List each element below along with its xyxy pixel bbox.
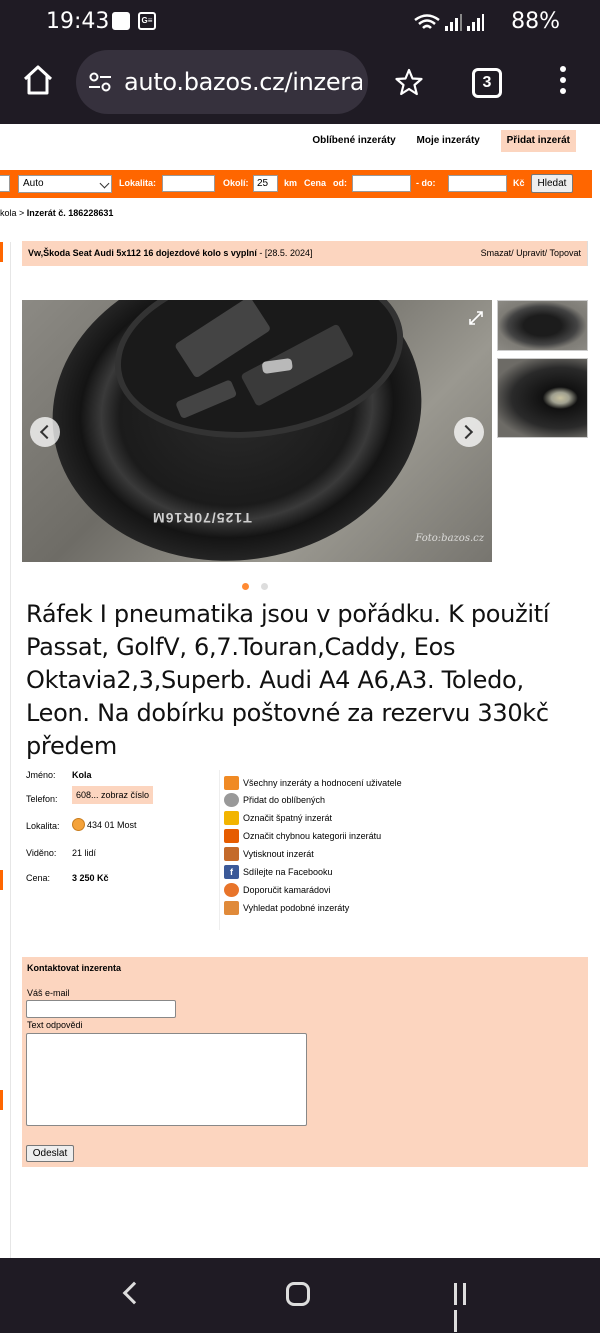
tire-sidewall-text: T125/70R16M	[152, 510, 252, 526]
ad-header: Vw,Škoda Seat Audi 5x112 16 dojezdové ko…	[22, 241, 588, 266]
translate-icon: G≡	[138, 12, 156, 30]
warning-icon	[224, 811, 239, 825]
facebook-icon: f	[224, 865, 239, 879]
price-from-input[interactable]	[352, 175, 411, 192]
url-text: auto.bazos.cz/inzera	[124, 68, 362, 96]
photo-pagination	[242, 577, 280, 595]
fullscreen-icon[interactable]	[468, 310, 484, 326]
ad-description: Ráfek I pneumatika jsou v pořádku. K pou…	[26, 600, 550, 760]
recommend-icon	[224, 883, 239, 897]
sidebar-tab	[0, 870, 3, 890]
contact-form: Kontaktovat inzerenta Váš e-mail Text od…	[22, 957, 588, 1167]
phone-label: Telefon:	[26, 794, 58, 804]
web-page: Oblíbené inzeráty Moje inzeráty Přidat i…	[0, 124, 600, 1258]
bookmark-star-icon[interactable]	[395, 68, 423, 96]
name-label: Jméno:	[26, 770, 56, 780]
similar-icon	[224, 901, 239, 915]
chevron-down-icon	[99, 178, 110, 189]
prev-photo-button[interactable]	[30, 417, 60, 447]
signal-2-icon	[467, 14, 484, 31]
seller-name: Kola	[72, 770, 92, 780]
photo-thumbnail[interactable]	[497, 358, 588, 438]
locality-label: Lokalita:	[119, 178, 157, 188]
locality-input[interactable]	[162, 175, 215, 192]
search-button[interactable]: Hledat	[531, 174, 573, 193]
address-bar[interactable]: auto.bazos.cz/inzera	[76, 50, 368, 114]
divider	[219, 770, 220, 930]
views-label: Viděno:	[26, 848, 57, 858]
signal-icon	[445, 14, 462, 31]
currency-label: Kč	[513, 178, 525, 188]
breadcrumb-current: Inzerát č. 186228631	[26, 208, 114, 218]
price-from-label: od:	[333, 178, 347, 188]
radius-label: Okolí:	[223, 178, 249, 188]
price-to-input[interactable]	[448, 175, 507, 192]
ad-title: Vw,Škoda Seat Audi 5x112 16 dojezdové ko…	[28, 248, 257, 258]
breadcrumb: kola > Inzerát č. 186228631	[0, 208, 113, 218]
sidebar-tab	[0, 1090, 3, 1110]
contact-heading: Kontaktovat inzerenta	[27, 963, 122, 973]
reply-textarea[interactable]	[26, 1033, 307, 1126]
my-ads-link[interactable]: Moje inzeráty	[417, 130, 480, 152]
home-nav-icon[interactable]	[286, 1282, 310, 1306]
km-label: km	[284, 178, 298, 188]
email-field[interactable]	[26, 1000, 176, 1018]
favorites-link[interactable]: Oblíbené inzeráty	[312, 130, 395, 152]
wifi-icon	[414, 14, 440, 29]
radius-input[interactable]: 25	[253, 175, 278, 192]
gallery-icon	[112, 12, 130, 30]
locality-value[interactable]: 434 01 Most	[87, 820, 137, 830]
site-settings-icon[interactable]	[88, 72, 112, 92]
printer-icon	[224, 847, 239, 861]
back-icon[interactable]	[122, 1281, 146, 1305]
tabs-button[interactable]: 3	[472, 68, 502, 98]
photo-thumbnail[interactable]	[497, 300, 588, 351]
price-label: Cena:	[26, 873, 51, 883]
system-nav-bar	[0, 1258, 600, 1333]
breadcrumb-parent[interactable]: kola >	[0, 208, 27, 218]
browser-toolbar: auto.bazos.cz/inzera 3	[0, 42, 600, 124]
locality-label: Lokalita:	[26, 821, 60, 831]
watermark: Foto:bazos.cz	[415, 533, 484, 544]
recent-apps-icon[interactable]	[454, 1283, 480, 1332]
price-to-label: - do:	[416, 178, 436, 188]
next-photo-button[interactable]	[454, 417, 484, 447]
top-links: Oblíbené inzeráty Moje inzeráty Přidat i…	[294, 130, 576, 152]
sidebar-tab	[0, 242, 3, 262]
send-button[interactable]: Odeslat	[26, 1145, 74, 1162]
search-bar: Auto Lokalita: Okolí: 25 km Cena od: - d…	[0, 170, 592, 198]
reply-label: Text odpovědi	[27, 1020, 83, 1030]
home-icon[interactable]	[22, 64, 54, 96]
show-phone-button[interactable]: 608... zobraz číslo	[72, 786, 154, 804]
price-label: Cena	[304, 178, 327, 188]
ad-date: - [28.5. 2024]	[256, 248, 313, 258]
divider	[10, 242, 11, 1258]
category-select[interactable]: Auto	[18, 175, 112, 193]
user-ads-icon	[224, 776, 239, 790]
views-value: 21 lidí	[72, 848, 97, 858]
status-time: 19:43	[46, 9, 110, 34]
status-bar: 19:43 G≡ 88%	[0, 0, 600, 42]
map-pin-icon	[72, 818, 85, 831]
battery-level: 88%	[511, 9, 560, 34]
pagination-dot-active[interactable]	[242, 583, 249, 590]
arrows-icon	[224, 829, 239, 843]
pagination-dot[interactable]	[261, 583, 268, 590]
email-label: Váš e-mail	[27, 988, 70, 998]
star-icon	[224, 793, 239, 807]
ad-manage-links[interactable]: Smazat/ Upravit/ Topovat	[481, 248, 581, 258]
add-ad-link[interactable]: Přidat inzerát	[500, 130, 576, 152]
search-input[interactable]	[0, 175, 10, 192]
main-photo[interactable]: T125/70R16M Foto:bazos.cz	[22, 300, 492, 562]
price-value: 3 250 Kč	[72, 873, 109, 883]
overflow-menu-icon[interactable]	[558, 66, 568, 98]
